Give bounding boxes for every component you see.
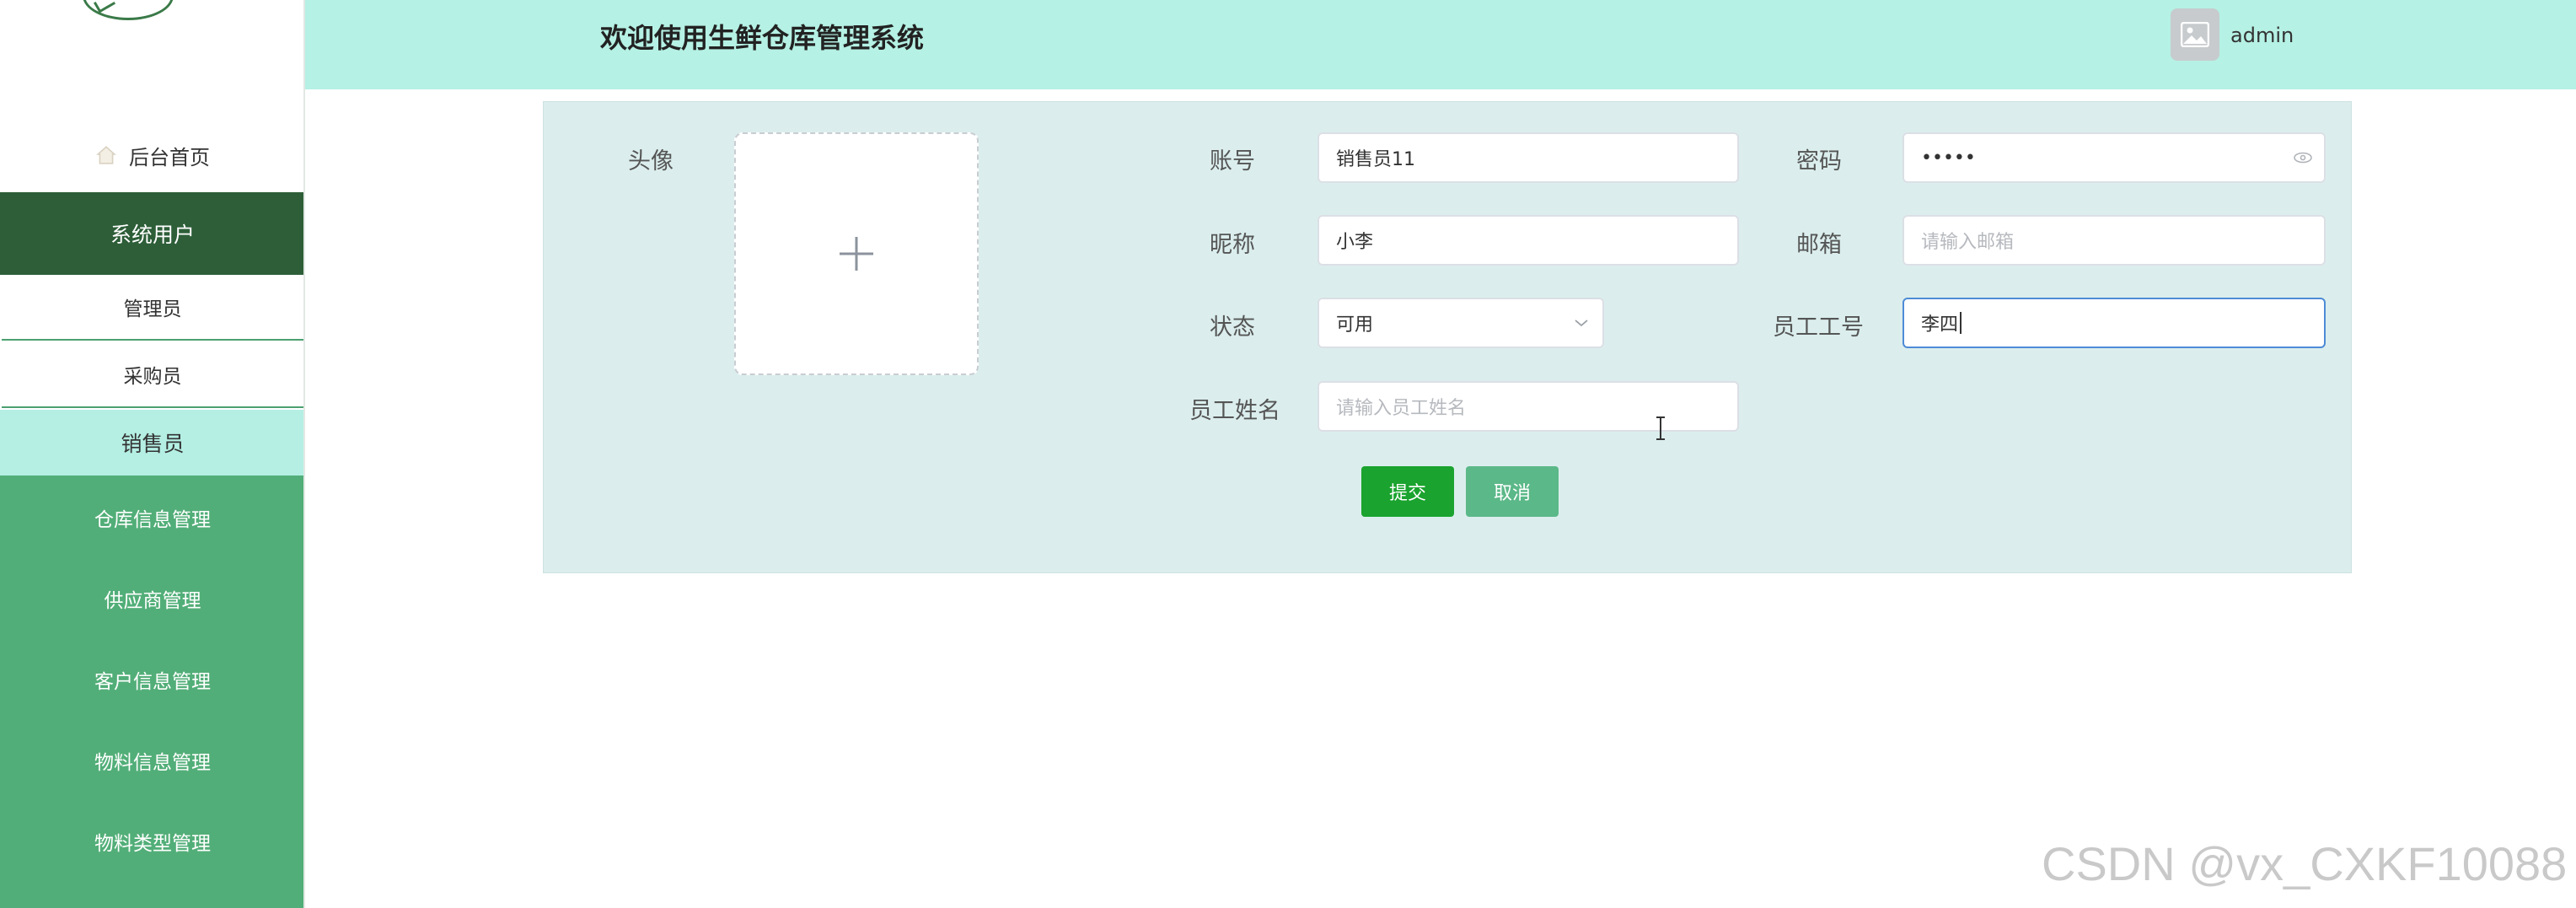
password-value: ••••• (1921, 147, 1976, 169)
sidebar-item-supplier[interactable]: 供应商管理 (0, 573, 303, 624)
status-label: 状态 (1210, 314, 1255, 341)
nickname-input[interactable]: 小李 (1318, 215, 1739, 266)
sidebar-item-label: 采购员 (123, 366, 182, 388)
sidebar-item-customer[interactable]: 客户信息管理 (0, 654, 303, 705)
account-input[interactable]: 销售员11 (1318, 132, 1739, 183)
email-input[interactable]: 请输入邮箱 (1902, 215, 2326, 266)
email-label: 邮箱 (1796, 232, 1842, 258)
eye-icon[interactable] (2294, 152, 2312, 164)
sidebar-item-material[interactable]: 物料信息管理 (0, 735, 303, 786)
employee-name-label: 员工姓名 (1189, 398, 1280, 424)
employee-name-input[interactable]: 请输入员工姓名 (1318, 381, 1739, 432)
employee-id-label: 员工工号 (1773, 314, 1864, 341)
status-select[interactable]: 可用 (1318, 298, 1604, 348)
image-icon (2181, 22, 2209, 47)
password-input[interactable]: ••••• (1902, 132, 2326, 183)
plus-icon (840, 237, 873, 271)
employee-id-value: 李四 (1921, 314, 1959, 336)
sidebar-item-label: 仓库信息管理 (94, 509, 211, 531)
sidebar-item-home[interactable]: 后台首页 (0, 125, 303, 185)
submit-button[interactable]: 提交 (1361, 466, 1454, 517)
password-label: 密码 (1796, 148, 1842, 175)
sidebar-item-label: 客户信息管理 (94, 671, 211, 693)
sidebar-item-warehouse[interactable]: 仓库信息管理 (0, 492, 303, 543)
employee-name-placeholder: 请输入员工姓名 (1336, 398, 1467, 419)
username[interactable]: admin (2230, 24, 2294, 47)
avatar-upload[interactable] (734, 132, 979, 375)
avatar[interactable] (2171, 8, 2219, 61)
sidebar-item-label: 后台首页 (129, 145, 210, 169)
sidebar-item-salesperson[interactable]: 销售员 (0, 410, 303, 475)
logo (83, 0, 174, 20)
sidebar-menu-group: 仓库信息管理 供应商管理 客户信息管理 物料信息管理 物料类型管理 (0, 475, 303, 908)
user-form-panel: 头像 账号 销售员11 密码 ••••• 昵称 小李 邮箱 请输入邮箱 状态 可… (543, 101, 2352, 573)
cancel-button[interactable]: 取消 (1466, 466, 1559, 517)
sidebar-item-label: 系统用户 (110, 223, 195, 247)
nickname-label: 昵称 (1210, 232, 1255, 258)
employee-id-input[interactable]: 李四 (1902, 298, 2326, 348)
header: 欢迎使用生鲜仓库管理系统 admin (305, 0, 2576, 89)
sidebar-item-label: 物料类型管理 (94, 833, 211, 855)
mouse-cursor-icon (1656, 416, 1665, 440)
sidebar-item-system-users[interactable]: 系统用户 (0, 192, 303, 275)
watermark: CSDN @vx_CXKF10088 (2042, 837, 2568, 890)
sidebar-item-label: 物料信息管理 (94, 752, 211, 774)
sidebar: 后台首页 系统用户 管理员 采购员 销售员 仓库信息管理 供应商管理 客户信息管… (0, 0, 305, 908)
sidebar-item-label: 供应商管理 (104, 590, 201, 612)
account-label: 账号 (1210, 148, 1255, 175)
leaf-icon (93, 0, 116, 13)
nickname-value: 小李 (1336, 232, 1374, 253)
chevron-down-icon (1575, 320, 1588, 327)
home-icon (96, 146, 116, 164)
email-placeholder: 请输入邮箱 (1921, 232, 2015, 253)
sidebar-item-material-type[interactable]: 物料类型管理 (0, 816, 303, 867)
sidebar-item-admin[interactable]: 管理员 (2, 275, 303, 341)
status-value: 可用 (1336, 314, 1374, 336)
sidebar-item-purchaser[interactable]: 采购员 (2, 342, 303, 408)
account-value: 销售员11 (1336, 149, 1415, 170)
sidebar-item-label: 销售员 (121, 432, 185, 456)
page-title: 欢迎使用生鲜仓库管理系统 (600, 22, 925, 54)
sidebar-item-label: 管理员 (123, 298, 182, 320)
avatar-label: 头像 (628, 148, 674, 175)
text-cursor (1960, 312, 1962, 334)
